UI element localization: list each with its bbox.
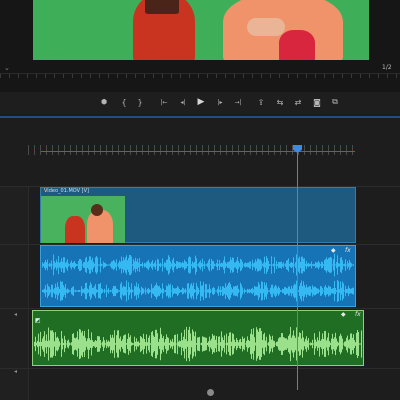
mark-in-icon: { bbox=[121, 97, 127, 107]
go-to-out-icon: →| bbox=[234, 98, 242, 106]
man-hand bbox=[247, 18, 285, 36]
clip-link-icon: ◩ bbox=[35, 317, 41, 324]
step-forward-icon: |▸ bbox=[217, 98, 223, 106]
man-shirt-detail bbox=[279, 30, 315, 60]
extract-icon: ⇆ bbox=[276, 97, 284, 107]
mark-out-icon: } bbox=[137, 97, 143, 107]
step-back-button[interactable]: ◂| bbox=[177, 96, 189, 108]
add-marker-button[interactable]: ⬢ bbox=[98, 96, 110, 108]
play-icon: ▶ bbox=[197, 97, 205, 107]
monitor-time-ruler[interactable] bbox=[0, 73, 400, 88]
lift-button[interactable]: ⇪ bbox=[255, 96, 267, 108]
lift-icon: ⇪ bbox=[257, 97, 265, 107]
clip-thumbnail bbox=[41, 196, 125, 243]
go-to-in-button[interactable]: |← bbox=[158, 96, 170, 108]
audio-waveform-left bbox=[42, 253, 354, 277]
video-clip[interactable]: Video_01.MOV [V] bbox=[40, 187, 356, 243]
mark-out-button[interactable]: } bbox=[134, 96, 146, 108]
zoom-dropdown-icon[interactable]: ⌄ bbox=[4, 64, 10, 72]
go-to-in-icon: |← bbox=[160, 98, 168, 106]
track-toggle-icon[interactable]: ◂ bbox=[14, 368, 17, 375]
audio-waveform-a2 bbox=[34, 326, 362, 362]
go-to-out-button[interactable]: →| bbox=[232, 96, 244, 108]
mark-in-button[interactable]: { bbox=[118, 96, 130, 108]
audio-clip-a1[interactable]: ◆ fx bbox=[40, 245, 356, 307]
playback-resolution[interactable]: 1/2 bbox=[382, 64, 392, 71]
add-marker-icon: ⬢ bbox=[100, 98, 108, 106]
thumb-woman bbox=[65, 216, 85, 243]
extract-button[interactable]: ⇆ bbox=[274, 96, 286, 108]
step-back-icon: ◂| bbox=[180, 98, 186, 106]
step-forward-button[interactable]: |▸ bbox=[214, 96, 226, 108]
export-frame-icon: ◙ bbox=[313, 97, 321, 107]
program-monitor: ⌄ 1/2 bbox=[0, 0, 400, 92]
compare-view-icon: ⧉ bbox=[332, 97, 338, 106]
keyframe-icon: ◆ bbox=[341, 311, 346, 318]
timeline-ruler[interactable] bbox=[28, 145, 358, 155]
track-separator bbox=[0, 308, 400, 309]
program-video-frame bbox=[33, 0, 369, 60]
audio-clip-a2[interactable]: ◆ fx ◩ bbox=[32, 310, 364, 366]
transport-controls: ⬢ { } |← ◂| ▶ |▸ →| ⇪ ⇆ ⇄ ◙ ⧉ bbox=[0, 92, 400, 114]
clip-name-label: Video_01.MOV [V] bbox=[44, 188, 89, 194]
woman-hair bbox=[145, 0, 179, 14]
fx-badge: fx bbox=[355, 311, 361, 318]
track-lock-icon[interactable]: ◂ bbox=[14, 311, 17, 318]
thumb-man-head bbox=[91, 204, 103, 216]
audio-waveform-right bbox=[42, 280, 354, 302]
timeline-zoom-scroll-knob[interactable] bbox=[207, 389, 214, 396]
work-area-bar[interactable] bbox=[41, 151, 355, 152]
play-button[interactable]: ▶ bbox=[195, 96, 207, 108]
insert-icon: ⇄ bbox=[294, 97, 302, 107]
playhead-line[interactable] bbox=[297, 152, 298, 390]
compare-view-button[interactable]: ⧉ bbox=[329, 96, 341, 108]
insert-button[interactable]: ⇄ bbox=[292, 96, 304, 108]
track-separator bbox=[0, 368, 400, 369]
export-frame-button[interactable]: ◙ bbox=[311, 96, 323, 108]
